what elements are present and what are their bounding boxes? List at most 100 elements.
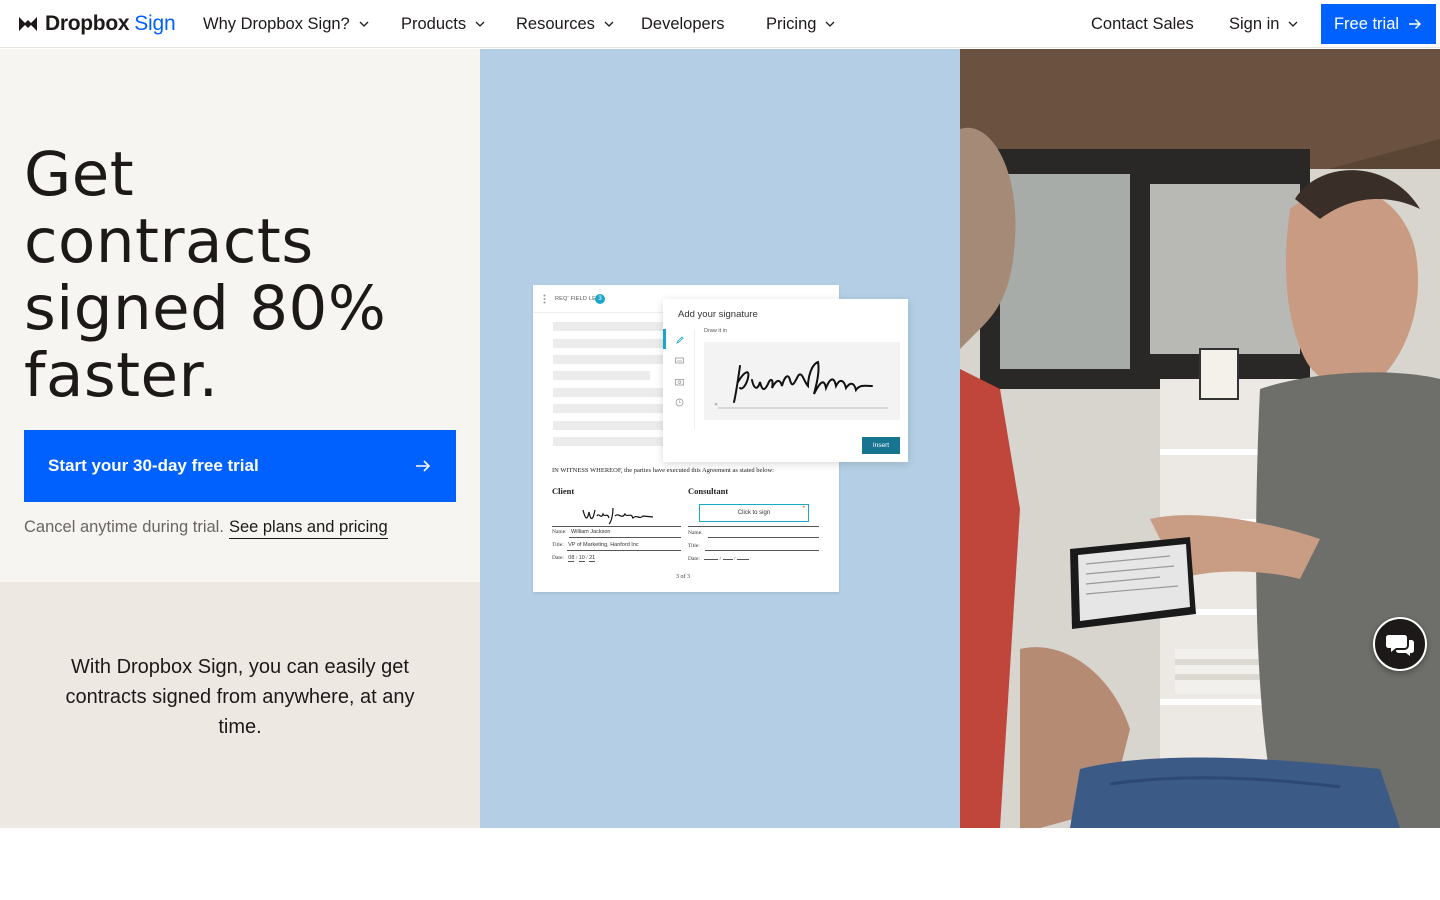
name-value: William Jackson — [571, 529, 611, 535]
nav-resources[interactable]: Resources — [516, 12, 616, 36]
consultant-title-row: Title: — [688, 543, 700, 549]
client-name-row: Name: William Jackson — [552, 529, 610, 535]
logo-word: Dropbox — [45, 12, 130, 35]
chevron-down-icon — [473, 17, 487, 31]
top-nav: Dropbox Sign Why Dropbox Sign? Products … — [0, 0, 1440, 48]
field-line — [705, 550, 819, 551]
chevron-down-icon — [823, 17, 837, 31]
date-month: 08 — [568, 555, 575, 562]
clock-icon — [675, 398, 683, 406]
chevron-down-icon — [1286, 17, 1300, 31]
signature-line — [688, 526, 819, 527]
client-heading: Client — [552, 486, 575, 496]
text-placeholder — [553, 371, 650, 380]
arrow-right-icon — [1409, 18, 1422, 30]
required-asterisk: * — [802, 506, 805, 512]
sub-panel: With Dropbox Sign, you can easily get co… — [0, 582, 480, 828]
date-blank — [736, 559, 749, 560]
click-to-sign-field[interactable]: Click to sign * — [699, 504, 809, 522]
keyboard-icon — [674, 357, 684, 363]
date-label: Date: — [688, 556, 700, 562]
add-signature-modal: Add your signature Draw it in ✕ Insert — [663, 299, 908, 462]
date-blank — [722, 559, 733, 560]
client-date-row: Date: 08 / 10 / 21 — [552, 555, 596, 562]
tab-saved[interactable] — [663, 392, 695, 412]
dropbox-sign-logo[interactable]: Dropbox Sign — [18, 12, 176, 36]
modal-title: Add your signature — [678, 309, 758, 320]
contact-sales-link[interactable]: Contact Sales — [1091, 12, 1194, 36]
chevron-down-icon — [602, 17, 616, 31]
free-trial-label: Free trial — [1333, 14, 1400, 33]
text-placeholder — [553, 437, 671, 446]
hero-panel: Get contracts signed 80% faster. — [0, 49, 480, 582]
svg-text:✕: ✕ — [714, 402, 718, 408]
tab-type[interactable] — [663, 350, 695, 370]
text-placeholder — [553, 404, 671, 413]
headline-line: faster. — [24, 340, 219, 411]
page-number: 3 of 3 — [676, 574, 690, 580]
name-label: Name: — [688, 530, 703, 536]
chevron-down-icon — [357, 17, 371, 31]
start-trial-label: Start your 30-day free trial — [48, 456, 259, 475]
nav-item-label: Products — [401, 14, 467, 33]
date-day: 10 — [578, 555, 585, 562]
sign-in-label: Sign in — [1229, 14, 1280, 33]
headline-line: signed 80% — [24, 273, 387, 344]
consultant-date-row: Date: / / — [688, 556, 749, 562]
text-placeholder — [553, 421, 671, 430]
consultant-name-row: Name: — [688, 530, 703, 536]
headline-line: Get — [24, 139, 135, 210]
field-line — [708, 537, 819, 538]
page-below-fold — [0, 828, 1440, 900]
draw-it-in-label: Draw it in — [704, 328, 727, 334]
req-field-count: 3 — [595, 294, 605, 304]
tab-upload[interactable] — [663, 371, 695, 391]
nav-why-dropbox-sign[interactable]: Why Dropbox Sign? — [203, 12, 371, 36]
sign-in-menu[interactable]: Sign in — [1229, 12, 1300, 36]
field-line — [569, 537, 681, 538]
headline-line: contracts — [24, 206, 314, 277]
chat-bubble-icon — [1386, 635, 1414, 656]
title-label: Title: — [552, 542, 564, 548]
drag-handle-icon — [543, 294, 546, 304]
plans-pricing-link[interactable]: See plans and pricing — [228, 518, 388, 539]
title-value: VP of Marketing, Hanford Inc — [568, 542, 639, 548]
sub-description: With Dropbox Sign, you can easily get co… — [65, 656, 415, 738]
text-placeholder — [553, 355, 671, 364]
logo-sign: Sign — [134, 12, 176, 35]
date-blank — [704, 559, 719, 560]
chat-widget-button[interactable] — [1373, 617, 1427, 671]
free-trial-button[interactable]: Free trial — [1321, 4, 1436, 44]
nav-developers[interactable]: Developers — [641, 12, 724, 36]
witness-clause: IN WITNESS WHEREOF, the parties have exe… — [552, 467, 774, 474]
click-to-sign-label: Click to sign — [737, 510, 771, 516]
start-trial-button[interactable]: Start your 30-day free trial — [24, 430, 456, 502]
dropbox-logo-icon — [19, 17, 37, 31]
nav-pricing[interactable]: Pricing — [766, 12, 837, 36]
name-label: Name: — [552, 529, 567, 535]
tab-draw[interactable] — [663, 329, 695, 349]
nav-item-label: Resources — [516, 14, 595, 33]
cancel-note: Cancel anytime during trial. See plans an… — [24, 518, 388, 539]
photo-illustration — [960, 49, 1440, 828]
signature-draw-pad[interactable]: ✕ — [704, 342, 900, 420]
client-title-row: Title: VP of Marketing, Hanford Inc — [552, 542, 639, 548]
text-placeholder — [553, 322, 671, 331]
nav-item-label: Why Dropbox Sign? — [203, 14, 350, 33]
signature-method-tabs — [663, 329, 695, 429]
consultant-heading: Consultant — [688, 486, 729, 496]
nav-item-label: Developers — [641, 14, 725, 33]
drawn-signature: ✕ — [714, 360, 888, 409]
insert-button[interactable]: Insert — [862, 437, 900, 454]
pen-icon — [676, 335, 684, 344]
cancel-text: Cancel anytime during trial. — [24, 518, 224, 536]
date-label: Date: — [552, 555, 564, 561]
client-signature — [582, 507, 654, 525]
field-line — [567, 550, 681, 551]
product-mockup-panel: REQ' FIELD LEFT 3 IN WITNESS WHEREOF, th… — [480, 49, 960, 828]
hero-headline: Get contracts signed 80% faster. — [24, 141, 464, 409]
nav-products[interactable]: Products — [401, 12, 487, 36]
title-label: Title: — [688, 543, 700, 549]
text-placeholder — [553, 388, 671, 397]
hero-photo — [960, 49, 1440, 828]
